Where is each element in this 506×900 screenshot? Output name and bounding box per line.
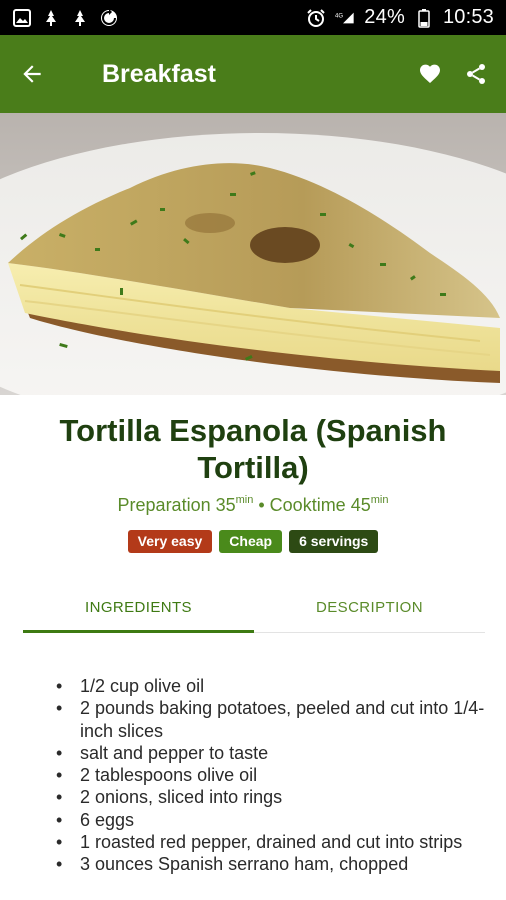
back-button[interactable] [16, 58, 48, 90]
list-item: 1 roasted red pepper, drained and cut in… [50, 831, 490, 854]
app-actions [416, 60, 490, 88]
cook-time: Cooktime 45 [269, 495, 371, 515]
recipe-times: Preparation 35min • Cooktime 45min [0, 494, 506, 516]
share-button[interactable] [462, 60, 490, 88]
clock: 10:53 [442, 6, 494, 28]
share-icon [467, 64, 485, 84]
alarm-icon [306, 8, 326, 28]
signal-icon: 4G [335, 8, 355, 28]
favorite-button[interactable] [416, 60, 444, 88]
servings-badge: 6 servings [289, 530, 379, 553]
list-item: 3 ounces Spanish serrano ham, chopped [50, 853, 490, 876]
list-item: 1/2 cup olive oil [50, 675, 490, 698]
ingredients-list: 1/2 cup olive oil 2 pounds baking potato… [50, 675, 490, 876]
time-separator: • [253, 495, 270, 515]
tab-description[interactable]: DESCRIPTION [254, 583, 485, 632]
recipe-photo [0, 113, 506, 395]
heart-icon [420, 64, 440, 83]
notification-icon [41, 8, 61, 28]
back-arrow-icon [23, 65, 41, 83]
page-title: Breakfast [102, 59, 216, 88]
gallery-icon [12, 8, 32, 28]
battery-icon [414, 8, 434, 28]
list-item: salt and pepper to taste [50, 742, 490, 765]
notification-icon [70, 8, 90, 28]
list-item: 6 eggs [50, 809, 490, 832]
tab-ingredients[interactable]: INGREDIENTS [23, 583, 254, 633]
difficulty-badge: Very easy [127, 530, 213, 553]
cost-badge: Cheap [219, 530, 283, 553]
tab-bar: INGREDIENTS DESCRIPTION [23, 583, 485, 633]
prep-time: Preparation 35 [117, 495, 236, 515]
sync-icon [99, 8, 119, 28]
recipe-title: Tortilla Espanola (Spanish Tortilla) [59, 413, 447, 485]
tortilla-image [0, 113, 506, 395]
battery-percent: 24% [364, 6, 405, 28]
list-item: 2 onions, sliced into rings [50, 786, 490, 809]
status-left-icons [12, 8, 119, 28]
cook-unit: min [370, 494, 389, 506]
status-right-icons: 4G 24% 10:53 [306, 6, 494, 29]
svg-text:4G: 4G [335, 13, 343, 19]
list-item: 2 pounds baking potatoes, peeled and cut… [50, 697, 490, 742]
list-item: 2 tablespoons olive oil [50, 764, 490, 787]
recipe-badges: Very easy Cheap 6 servings [0, 530, 506, 553]
app-bar: Breakfast [0, 35, 506, 113]
status-bar: 4G 24% 10:53 [0, 0, 506, 35]
prep-unit: min [235, 494, 254, 506]
